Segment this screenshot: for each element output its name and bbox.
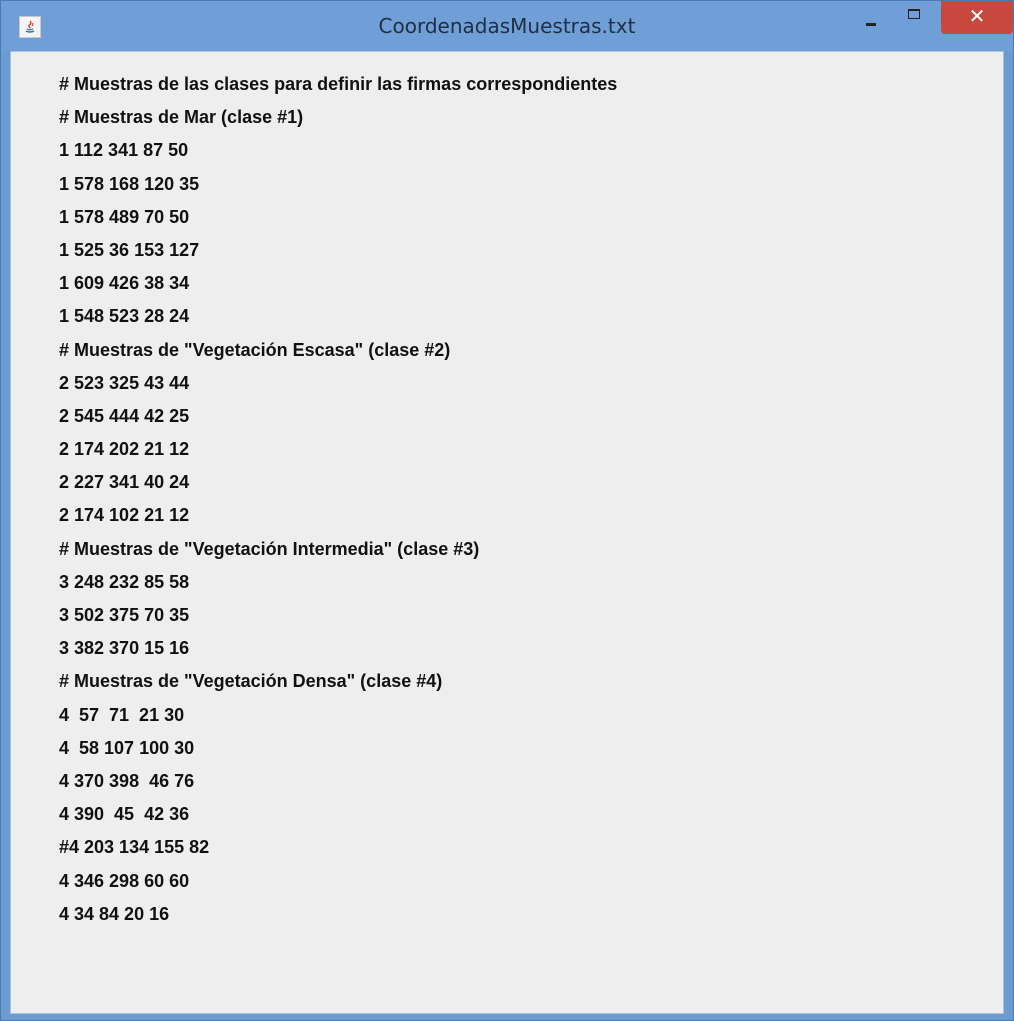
sample-line: 1 609 426 38 34 [59,273,190,294]
comment-line: # Muestras de "Vegetación Escasa" (clase… [59,339,451,360]
sample-line: 4 57 71 21 30 [59,704,185,725]
sample-line: 3 248 232 85 58 [59,571,190,592]
title-bar[interactable]: CoordenadasMuestras.txt ✕ [1,1,1013,51]
maximize-button[interactable] [896,1,932,34]
sample-line: 4 390 45 42 36 [59,804,190,825]
comment-line: # Muestras de Mar (clase #1) [59,107,304,128]
sample-line: 4 370 398 46 76 [59,770,195,791]
sample-line: 2 227 341 40 24 [59,472,190,493]
comment-line: # Muestras de "Vegetación Densa" (clase … [59,671,443,692]
sample-line: 2 174 202 21 12 [59,439,190,460]
text-content-area[interactable]: # Muestras de las clases para definir la… [10,51,1004,1014]
maximize-icon [908,9,920,19]
sample-line: 4 58 107 100 30 [59,737,195,758]
text-viewer-window: CoordenadasMuestras.txt ✕ # Muestras de … [0,0,1014,1021]
sample-line: 2 523 325 43 44 [59,372,190,393]
comment-line: #4 203 134 155 82 [59,837,210,858]
sample-line: 1 548 523 28 24 [59,306,190,327]
sample-line: 4 346 298 60 60 [59,870,190,891]
text-lines: # Muestras de las clases para definir la… [59,68,617,931]
sample-line: 1 525 36 153 127 [59,239,200,260]
sample-line: 1 578 168 120 35 [59,173,200,194]
comment-line: # Muestras de las clases para definir la… [59,74,618,94]
sample-line: 2 545 444 42 25 [59,405,190,426]
sample-line: 4 34 84 20 16 [59,903,170,924]
close-button[interactable]: ✕ [941,1,1013,34]
close-icon: ✕ [968,4,986,28]
minimize-button[interactable] [856,1,888,34]
minimize-icon [866,23,876,26]
comment-line: # Muestras de "Vegetación Intermedia" (c… [59,538,480,559]
sample-line: 3 502 375 70 35 [59,605,190,625]
sample-line: 3 382 370 15 16 [59,638,190,659]
sample-line: 1 112 341 87 50 [59,140,189,161]
sample-line: 1 578 489 70 50 [59,206,190,227]
sample-line: 2 174 102 21 12 [59,505,190,526]
